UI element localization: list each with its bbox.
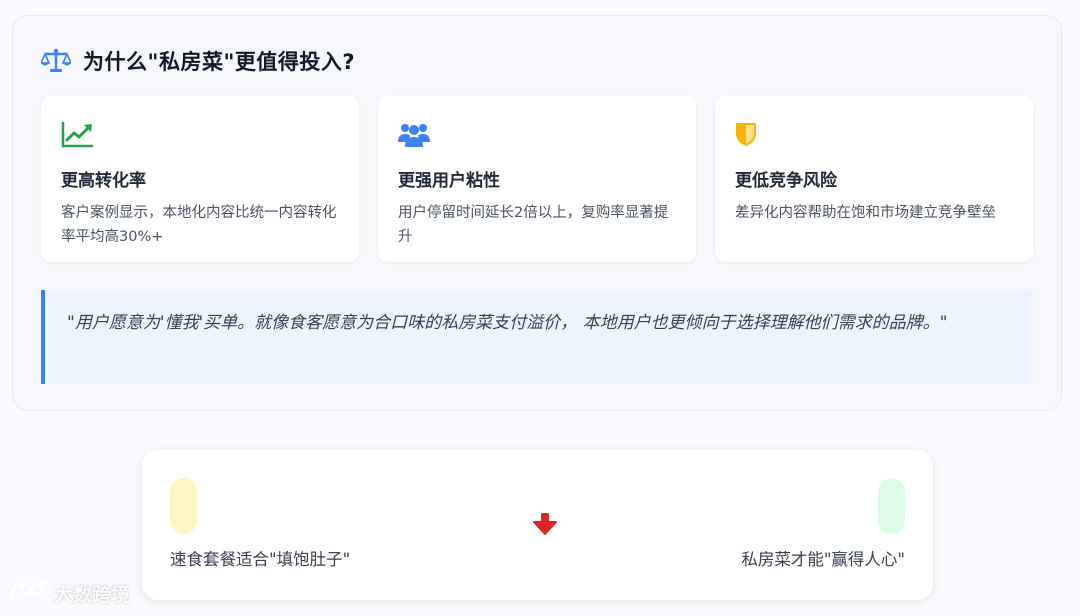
shield-icon [735,120,1013,148]
watermark-text: 大数跨境 [54,584,131,606]
quote-block: "用户愿意为'懂我'买单。就像食客愿意为合口味的私房菜支付溢价， 本地用户也更倾… [41,290,1033,384]
comparison-card: 速食套餐适合"填饱肚子" 私房菜才能"赢得人心" [142,450,933,600]
left-indicator [170,478,197,534]
watermark-logo-icon [10,580,48,607]
card-title: 更低竞争风险 [735,171,837,191]
users-icon [398,120,676,148]
card-user-stickiness: 更强用户粘性 用户停留时间延长2倍以上，复购率显著提升 [378,96,696,262]
right-label: 私房菜才能"赢得人心" [741,550,905,569]
chart-line-icon [61,120,339,148]
watermark: 大数跨境 [10,580,130,607]
card-higher-conversion: 更高转化率 客户案例显示，本地化内容比统一内容转化率平均高30%+ [41,96,359,262]
panel-title: 为什么"私房菜"更值得投入? [83,50,356,74]
card-title: 更高转化率 [61,171,146,191]
why-panel: 为什么"私房菜"更值得投入? 更高转化率 客户案例显示，本地化内容比统一内容转化… [12,15,1062,411]
panel-header: 为什么"私房菜"更值得投入? [41,46,355,76]
left-label: 速食套餐适合"填饱肚子" [170,550,351,569]
right-indicator [878,478,905,534]
card-desc: 客户案例显示，本地化内容比统一内容转化率平均高30%+ [61,205,337,245]
card-desc: 差异化内容帮助在饱和市场建立竞争壁垒 [735,205,996,221]
card-desc: 用户停留时间延长2倍以上，复购率显著提升 [398,205,669,245]
arrow-down-icon [532,512,558,540]
card-title: 更强用户粘性 [398,171,500,191]
balance-scale-icon [41,48,71,74]
card-lower-risk: 更低竞争风险 差异化内容帮助在饱和市场建立竞争壁垒 [715,96,1033,262]
